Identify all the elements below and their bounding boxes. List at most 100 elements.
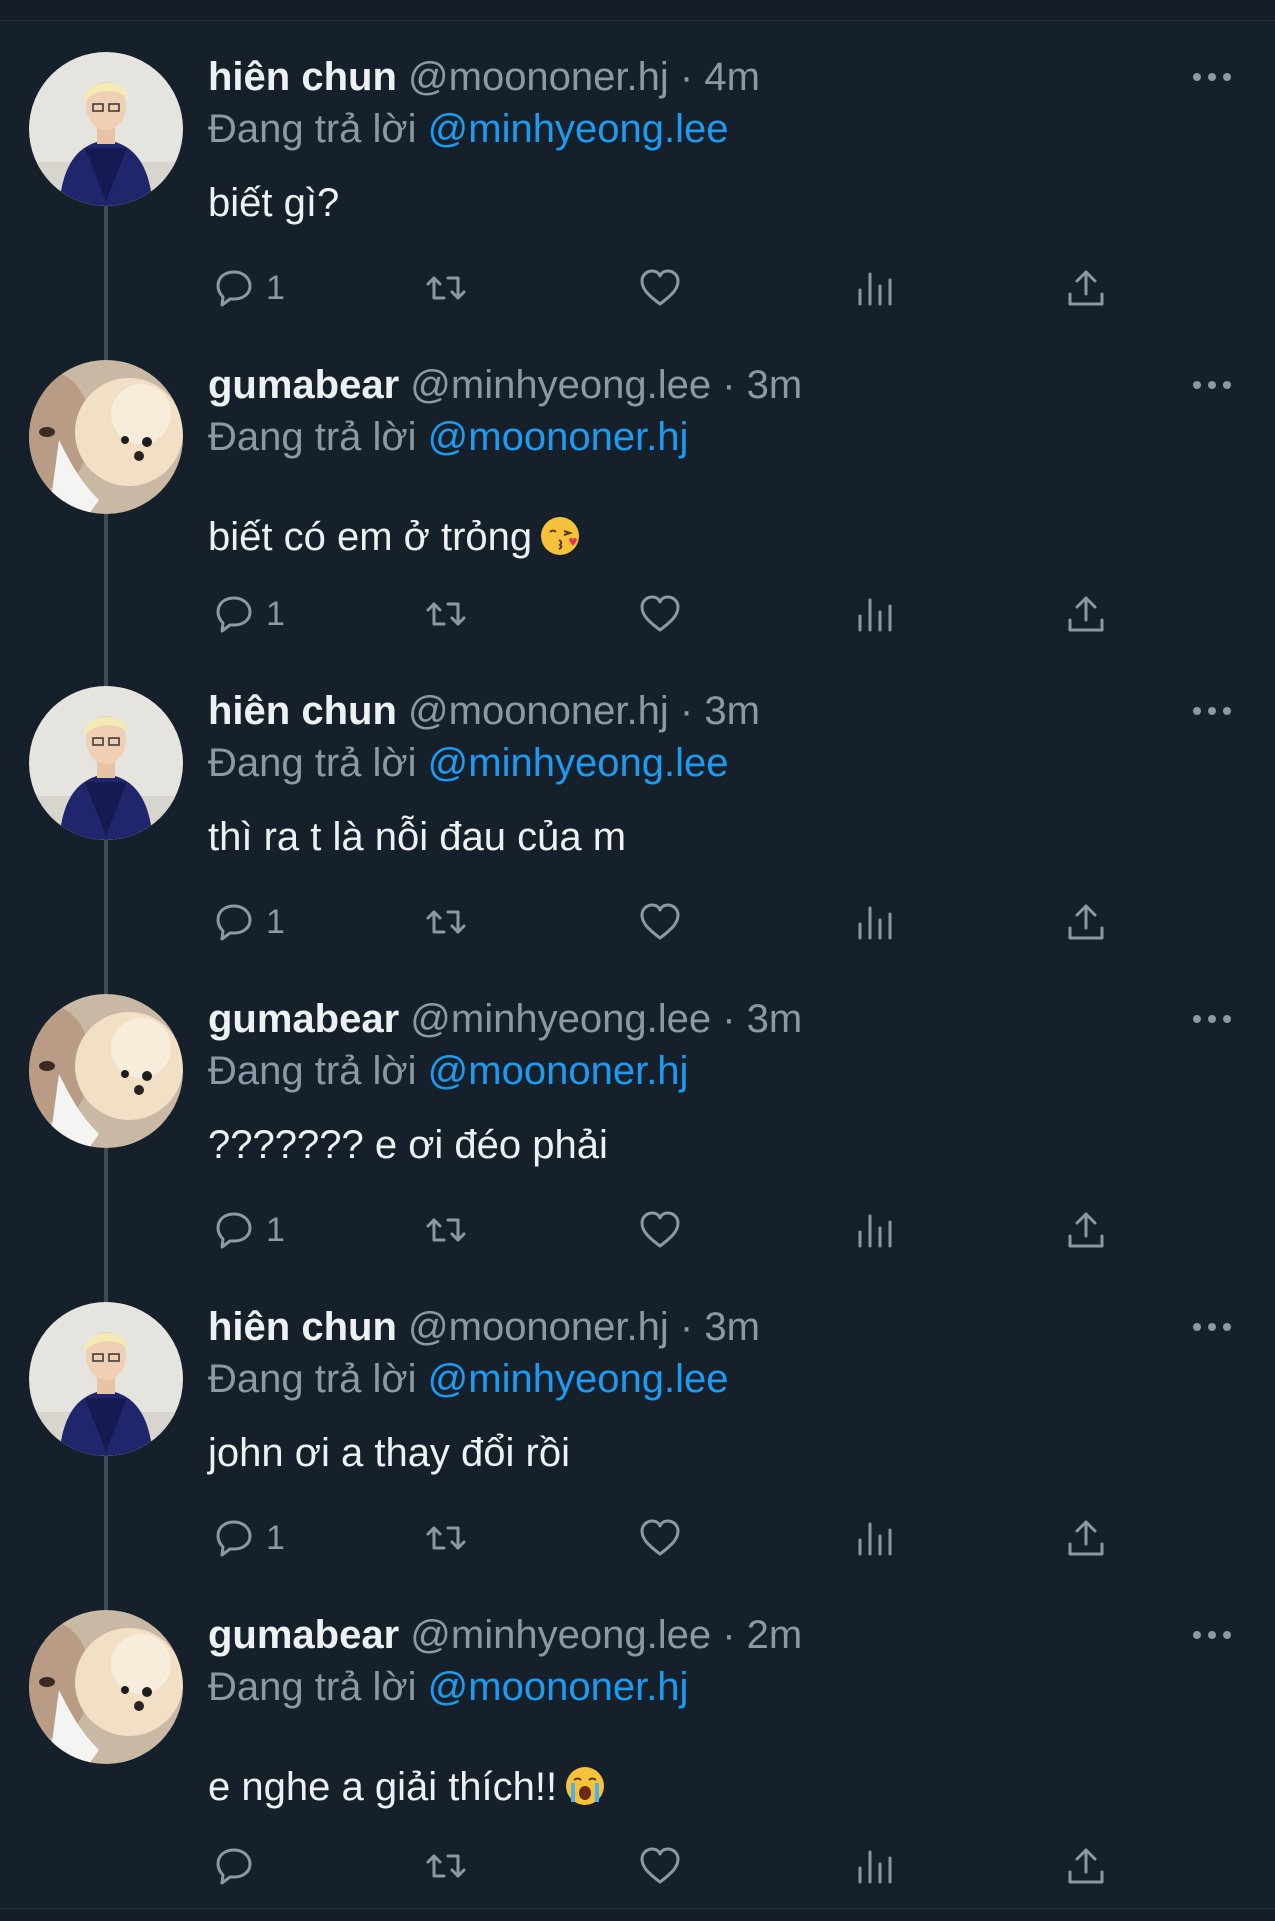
tweet[interactable]: gumabear @minhyeong.lee · 3m Đang trả lời… [0, 994, 1275, 1264]
timestamp[interactable]: 4m [704, 55, 760, 99]
retweet-button[interactable] [422, 258, 470, 318]
user-handle[interactable]: @minhyeong.lee [410, 363, 711, 407]
like-button[interactable] [636, 584, 684, 644]
timestamp[interactable]: 3m [704, 1305, 760, 1349]
reply-button[interactable]: 1 [210, 892, 285, 952]
share-button[interactable] [1062, 584, 1110, 644]
analytics-button[interactable] [850, 1836, 898, 1896]
reply-button[interactable]: 1 [210, 258, 285, 318]
more-icon[interactable] [1190, 686, 1234, 736]
tweet-header: gumabear @minhyeong.lee · 3m [208, 994, 802, 1044]
tweet-text: biết có em ở trỏng [208, 512, 580, 562]
retweet-button[interactable] [422, 1508, 470, 1568]
boy-avatar[interactable] [29, 686, 183, 840]
tweet-header: hiên chun @moononer.hj · 3m [208, 1302, 760, 1352]
tweet[interactable]: hiên chun @moononer.hj · 3m Đang trả lời … [0, 1302, 1275, 1572]
like-icon [636, 1206, 684, 1254]
replying-to-label: Đang trả lời [208, 1357, 417, 1401]
like-icon [636, 1514, 684, 1562]
analytics-button[interactable] [850, 258, 898, 318]
reply-button[interactable] [210, 1836, 258, 1896]
share-button[interactable] [1062, 892, 1110, 952]
like-icon [636, 590, 684, 638]
like-button[interactable] [636, 892, 684, 952]
display-name[interactable]: gumabear [208, 363, 399, 407]
dog-avatar[interactable] [29, 360, 183, 514]
tweet[interactable]: hiên chun @moononer.hj · 3m Đang trả lời … [0, 686, 1275, 956]
mention-link[interactable]: @moononer.hj [428, 415, 689, 459]
more-icon[interactable] [1190, 52, 1234, 102]
display-name[interactable]: hiên chun [208, 1305, 397, 1349]
analytics-button[interactable] [850, 584, 898, 644]
like-icon [636, 1842, 684, 1890]
dog-avatar[interactable] [29, 994, 183, 1148]
retweet-button[interactable] [422, 1200, 470, 1260]
reply-count: 1 [266, 1210, 285, 1249]
display-name[interactable]: gumabear [208, 1613, 399, 1657]
analytics-button[interactable] [850, 892, 898, 952]
share-icon [1062, 1842, 1110, 1890]
reply-count: 1 [266, 594, 285, 633]
reply-icon [210, 1842, 258, 1890]
share-button[interactable] [1062, 1508, 1110, 1568]
mention-link[interactable]: @moononer.hj [428, 1665, 689, 1709]
share-button[interactable] [1062, 1200, 1110, 1260]
more-icon[interactable] [1190, 994, 1234, 1044]
more-icon[interactable] [1190, 1302, 1234, 1352]
more-icon[interactable] [1190, 1610, 1234, 1660]
dog-avatar[interactable] [29, 1610, 183, 1764]
like-icon [636, 898, 684, 946]
replying-to-label: Đang trả lời [208, 415, 417, 459]
timestamp[interactable]: 3m [747, 997, 803, 1041]
reply-count: 1 [266, 268, 285, 307]
timestamp[interactable]: 3m [704, 689, 760, 733]
analytics-button[interactable] [850, 1200, 898, 1260]
replying-to-label: Đang trả lời [208, 1665, 417, 1709]
retweet-button[interactable] [422, 892, 470, 952]
user-handle[interactable]: @moononer.hj [408, 1305, 669, 1349]
reply-button[interactable]: 1 [210, 584, 285, 644]
retweet-button[interactable] [422, 584, 470, 644]
boy-avatar[interactable] [29, 1302, 183, 1456]
mention-link[interactable]: @moononer.hj [428, 1049, 689, 1093]
more-icon[interactable] [1190, 360, 1234, 410]
share-icon [1062, 1206, 1110, 1254]
like-button[interactable] [636, 1836, 684, 1896]
reply-button[interactable]: 1 [210, 1508, 285, 1568]
timestamp[interactable]: 2m [747, 1613, 803, 1657]
mention-link[interactable]: @minhyeong.lee [428, 1357, 729, 1401]
user-handle[interactable]: @minhyeong.lee [410, 997, 711, 1041]
tweet[interactable]: hiên chun @moononer.hj · 4m Đang trả lời … [0, 52, 1275, 322]
reply-icon [210, 898, 258, 946]
mention-link[interactable]: @minhyeong.lee [428, 107, 729, 151]
retweet-button[interactable] [422, 1836, 470, 1896]
tweet[interactable]: gumabear @minhyeong.lee · 3m Đang trả lời… [0, 360, 1275, 648]
like-button[interactable] [636, 1508, 684, 1568]
retweet-icon [422, 264, 470, 312]
tweet-text: ??????? e ơi đéo phải [208, 1120, 608, 1170]
display-name[interactable]: gumabear [208, 997, 399, 1041]
tweet-actions: 1 [0, 892, 1275, 952]
like-button[interactable] [636, 1200, 684, 1260]
user-handle[interactable]: @moononer.hj [408, 55, 669, 99]
share-button[interactable] [1062, 258, 1110, 318]
share-button[interactable] [1062, 1836, 1110, 1896]
tweet-text-content: biết có em ở trỏng [208, 515, 533, 559]
user-handle[interactable]: @moononer.hj [408, 689, 669, 733]
analytics-button[interactable] [850, 1508, 898, 1568]
display-name[interactable]: hiên chun [208, 55, 397, 99]
display-name[interactable]: hiên chun [208, 689, 397, 733]
like-button[interactable] [636, 258, 684, 318]
mention-link[interactable]: @minhyeong.lee [428, 741, 729, 785]
tweet-actions: 1 [0, 258, 1275, 318]
timestamp[interactable]: 3m [747, 363, 803, 407]
share-icon [1062, 898, 1110, 946]
share-icon [1062, 1514, 1110, 1562]
boy-avatar[interactable] [29, 52, 183, 206]
tweet[interactable]: gumabear @minhyeong.lee · 2m Đang trả lời… [0, 1610, 1275, 1900]
tweet-text-content: biết gì? [208, 181, 340, 225]
reply-button[interactable]: 1 [210, 1200, 285, 1260]
analytics-icon [850, 1842, 898, 1890]
share-icon [1062, 264, 1110, 312]
user-handle[interactable]: @minhyeong.lee [410, 1613, 711, 1657]
